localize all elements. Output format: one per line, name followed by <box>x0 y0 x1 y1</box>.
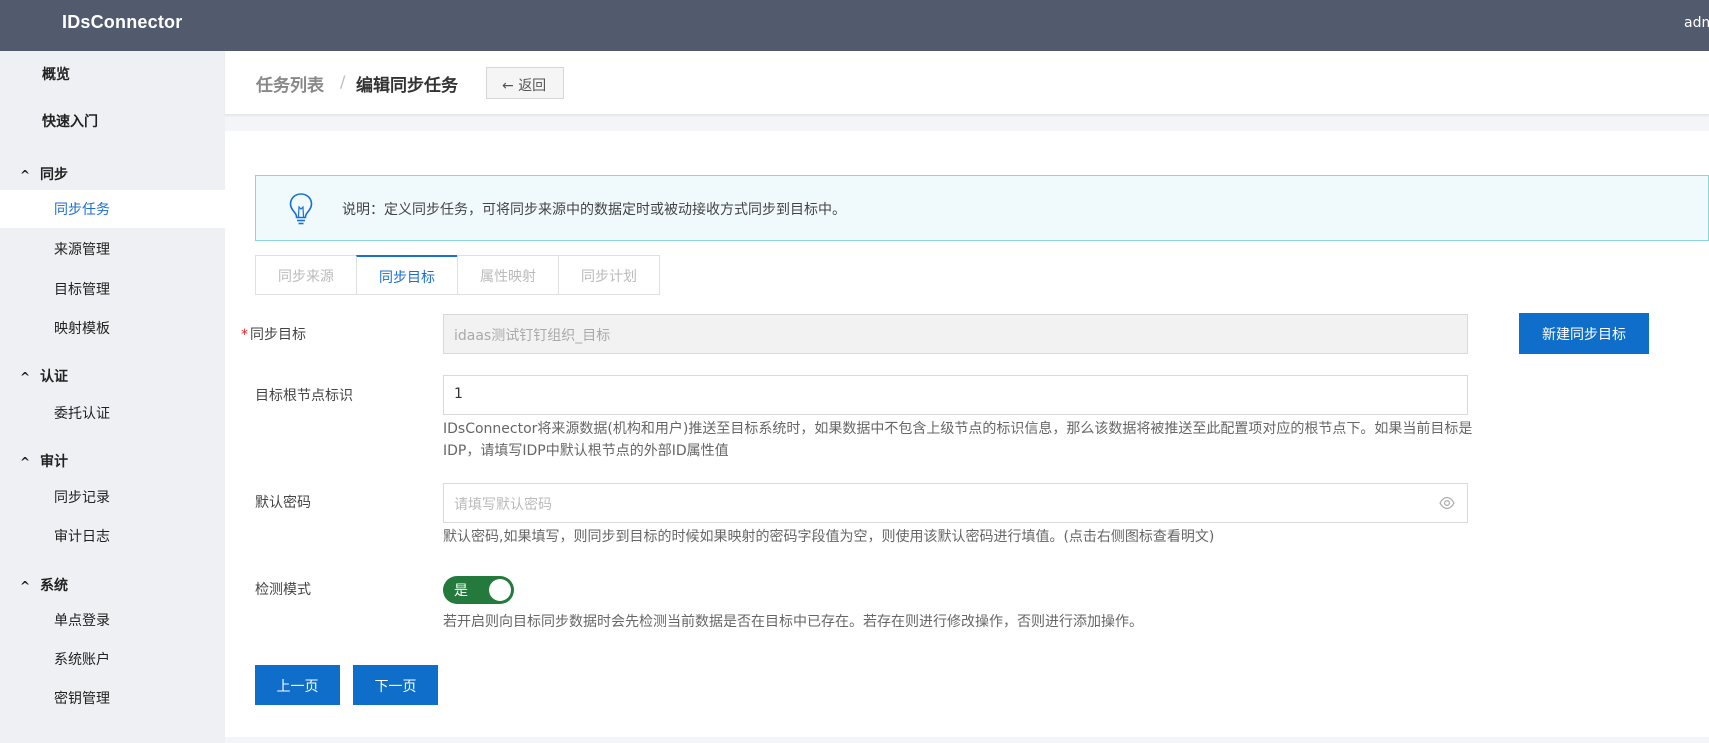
detect-mode-toggle[interactable]: 是 <box>443 576 514 604</box>
arrow-left-icon: ← <box>502 78 514 94</box>
sidebar-item-key-manage[interactable]: 密钥管理 <box>54 688 110 708</box>
sync-target-field[interactable]: idaas测试钉钉组织_目标 <box>443 314 1468 354</box>
info-notice: 说明：定义同步任务，可将同步来源中的数据定时或被动接收方式同步到目标中。 <box>255 175 1709 241</box>
default-password-help: 默认密码,如果填写，则同步到目标的时候如果映射的密码字段值为空，则使用该默认密码… <box>443 529 1215 545</box>
root-node-label: 目标根节点标识 <box>255 388 353 404</box>
default-password-input[interactable]: 请填写默认密码 <box>443 483 1468 523</box>
lightbulb-icon <box>289 193 313 225</box>
prev-page-button[interactable]: 上一页 <box>255 665 340 705</box>
detect-mode-help: 若开启则向目标同步数据时会先检测当前数据是否在目标中已存在。若存在则进行修改操作… <box>443 614 1143 630</box>
sidebar-item-target-manage[interactable]: 目标管理 <box>54 279 110 299</box>
sidebar-item-sync-record[interactable]: 同步记录 <box>54 487 110 507</box>
sidebar-item-audit-log[interactable]: 审计日志 <box>54 526 110 546</box>
sidebar-item-sso[interactable]: 单点登录 <box>54 610 110 630</box>
root-node-input[interactable]: 1 <box>443 375 1468 415</box>
tab-attribute-mapping[interactable]: 属性映射 <box>457 255 559 295</box>
required-mark: * <box>241 327 248 343</box>
sidebar-item-sync-task[interactable]: 同步任务 <box>0 190 225 228</box>
app-title: IDsConnector <box>62 12 183 32</box>
sidebar: 概览 快速入门 ^ 同步 同步任务 来源管理 目标管理 映射模板 ^ 认证 委托认证… <box>0 51 225 743</box>
default-password-placeholder: 请填写默认密码 <box>454 497 552 513</box>
sidebar-item-source-manage[interactable]: 来源管理 <box>54 239 110 259</box>
toggle-label: 是 <box>454 583 468 599</box>
sidebar-group-label: 系统 <box>40 578 68 594</box>
chevron-up-icon: ^ <box>20 579 31 593</box>
root-node-help: IDsConnector将来源数据(机构和用户)推送至目标系统时，如果数据中不包… <box>443 421 1473 459</box>
sidebar-item-delegated-auth[interactable]: 委托认证 <box>54 403 110 423</box>
new-sync-target-button[interactable]: 新建同步目标 <box>1519 313 1649 354</box>
toggle-knob <box>489 579 511 601</box>
tab-sync-target[interactable]: 同步目标 <box>356 255 458 295</box>
chevron-up-icon: ^ <box>20 168 31 182</box>
tab-sync-schedule[interactable]: 同步计划 <box>558 255 660 295</box>
default-password-label: 默认密码 <box>255 495 311 511</box>
sidebar-group-sync[interactable]: ^ 同步 <box>20 164 68 184</box>
eye-icon[interactable] <box>1439 496 1455 510</box>
breadcrumb-parent[interactable]: 任务列表 <box>256 71 324 96</box>
chevron-up-icon: ^ <box>20 455 31 469</box>
notice-text: 说明：定义同步任务，可将同步来源中的数据定时或被动接收方式同步到目标中。 <box>342 202 846 218</box>
sidebar-group-system[interactable]: ^ 系统 <box>20 575 68 595</box>
top-bar: IDsConnector adm <box>0 0 1709 51</box>
sync-target-label: * 同步目标 <box>241 324 306 344</box>
chevron-up-icon: ^ <box>20 370 31 384</box>
sidebar-group-label: 认证 <box>40 369 68 385</box>
back-button-label: 返回 <box>518 78 547 94</box>
page-title: 编辑同步任务 <box>356 76 458 96</box>
sidebar-group-label: 审计 <box>40 454 68 470</box>
sidebar-group-auth[interactable]: ^ 认证 <box>20 366 68 386</box>
tab-sync-source[interactable]: 同步来源 <box>255 255 357 295</box>
user-menu[interactable]: adm <box>1684 15 1709 31</box>
page-header: 任务列表 / 编辑同步任务 ← 返回 <box>225 51 1709 115</box>
back-button[interactable]: ← 返回 <box>486 67 564 99</box>
sidebar-item-quickstart[interactable]: 快速入门 <box>42 111 98 131</box>
sidebar-group-label: 同步 <box>40 167 68 183</box>
next-page-button[interactable]: 下一页 <box>353 665 438 705</box>
breadcrumb-separator: / <box>340 72 346 91</box>
sidebar-group-audit[interactable]: ^ 审计 <box>20 451 68 471</box>
sidebar-item-system-account[interactable]: 系统账户 <box>54 649 110 669</box>
sidebar-item-overview[interactable]: 概览 <box>42 64 70 84</box>
sync-target-label-text: 同步目标 <box>250 327 306 343</box>
sidebar-item-mapping-template[interactable]: 映射模板 <box>54 318 110 338</box>
detect-mode-label: 检测模式 <box>255 582 311 598</box>
